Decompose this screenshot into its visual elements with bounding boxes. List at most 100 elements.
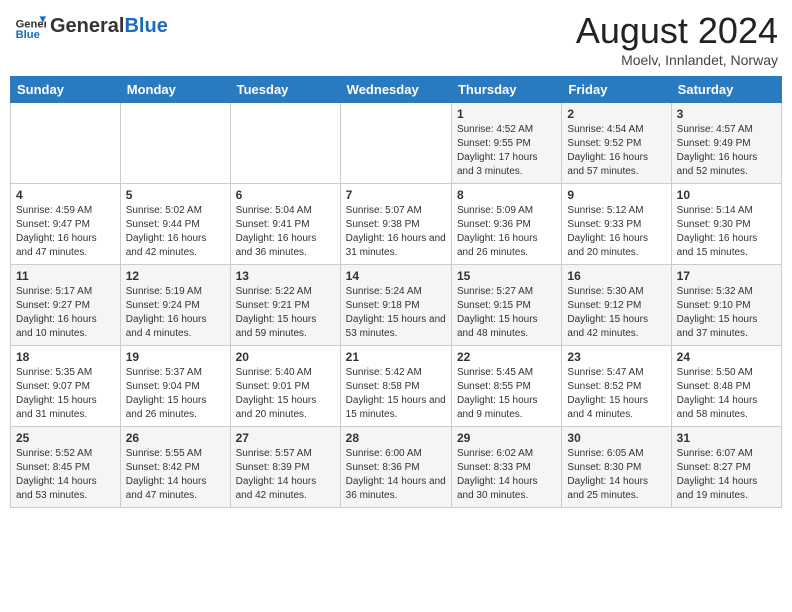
day-number: 6 (236, 188, 335, 202)
calendar-cell: 7 Sunrise: 5:07 AMSunset: 9:38 PMDayligh… (340, 184, 451, 265)
day-info: Sunrise: 4:59 AMSunset: 9:47 PMDaylight:… (16, 204, 115, 260)
day-number: 10 (677, 188, 776, 202)
weekday-header-row: SundayMondayTuesdayWednesdayThursdayFrid… (11, 77, 782, 103)
day-info: Sunrise: 5:07 AMSunset: 9:38 PMDaylight:… (346, 204, 446, 260)
day-number: 26 (126, 431, 225, 445)
day-info: Sunrise: 5:40 AMSunset: 9:01 PMDaylight:… (236, 366, 335, 422)
logo-icon: General Blue (14, 10, 46, 42)
location: Moelv, Innlandet, Norway (576, 52, 778, 68)
weekday-header-thursday: Thursday (451, 77, 561, 103)
day-number: 30 (567, 431, 665, 445)
day-info: Sunrise: 5:02 AMSunset: 9:44 PMDaylight:… (126, 204, 225, 260)
day-info: Sunrise: 5:12 AMSunset: 9:33 PMDaylight:… (567, 204, 665, 260)
calendar-cell: 10 Sunrise: 5:14 AMSunset: 9:30 PMDaylig… (671, 184, 781, 265)
day-number: 3 (677, 107, 776, 121)
day-info: Sunrise: 5:19 AMSunset: 9:24 PMDaylight:… (126, 285, 225, 341)
day-info: Sunrise: 4:52 AMSunset: 9:55 PMDaylight:… (457, 123, 556, 179)
day-number: 29 (457, 431, 556, 445)
day-info: Sunrise: 5:50 AMSunset: 8:48 PMDaylight:… (677, 366, 776, 422)
day-number: 20 (236, 350, 335, 364)
day-number: 19 (126, 350, 225, 364)
calendar-cell: 5 Sunrise: 5:02 AMSunset: 9:44 PMDayligh… (120, 184, 230, 265)
day-number: 18 (16, 350, 115, 364)
day-number: 9 (567, 188, 665, 202)
day-number: 28 (346, 431, 446, 445)
day-number: 31 (677, 431, 776, 445)
day-number: 1 (457, 107, 556, 121)
day-number: 11 (16, 269, 115, 283)
calendar-cell (120, 103, 230, 184)
svg-text:Blue: Blue (16, 29, 40, 41)
day-number: 4 (16, 188, 115, 202)
calendar-cell: 25 Sunrise: 5:52 AMSunset: 8:45 PMDaylig… (11, 427, 121, 508)
calendar-cell: 11 Sunrise: 5:17 AMSunset: 9:27 PMDaylig… (11, 265, 121, 346)
calendar-cell: 23 Sunrise: 5:47 AMSunset: 8:52 PMDaylig… (562, 346, 671, 427)
logo-blue-text: Blue (124, 15, 167, 37)
calendar-cell: 21 Sunrise: 5:42 AMSunset: 8:58 PMDaylig… (340, 346, 451, 427)
day-info: Sunrise: 6:02 AMSunset: 8:33 PMDaylight:… (457, 447, 556, 503)
weekday-header-sunday: Sunday (11, 77, 121, 103)
day-number: 25 (16, 431, 115, 445)
calendar-cell: 8 Sunrise: 5:09 AMSunset: 9:36 PMDayligh… (451, 184, 561, 265)
calendar-cell: 14 Sunrise: 5:24 AMSunset: 9:18 PMDaylig… (340, 265, 451, 346)
day-number: 15 (457, 269, 556, 283)
calendar-cell: 1 Sunrise: 4:52 AMSunset: 9:55 PMDayligh… (451, 103, 561, 184)
calendar-cell (340, 103, 451, 184)
calendar-cell: 18 Sunrise: 5:35 AMSunset: 9:07 PMDaylig… (11, 346, 121, 427)
day-number: 13 (236, 269, 335, 283)
day-number: 12 (126, 269, 225, 283)
calendar-cell: 9 Sunrise: 5:12 AMSunset: 9:33 PMDayligh… (562, 184, 671, 265)
calendar-cell: 4 Sunrise: 4:59 AMSunset: 9:47 PMDayligh… (11, 184, 121, 265)
calendar-cell (11, 103, 121, 184)
day-info: Sunrise: 5:37 AMSunset: 9:04 PMDaylight:… (126, 366, 225, 422)
day-number: 21 (346, 350, 446, 364)
day-info: Sunrise: 4:57 AMSunset: 9:49 PMDaylight:… (677, 123, 776, 179)
calendar-cell: 17 Sunrise: 5:32 AMSunset: 9:10 PMDaylig… (671, 265, 781, 346)
day-number: 17 (677, 269, 776, 283)
calendar-cell: 27 Sunrise: 5:57 AMSunset: 8:39 PMDaylig… (230, 427, 340, 508)
calendar-table: SundayMondayTuesdayWednesdayThursdayFrid… (10, 76, 782, 508)
weekday-header-friday: Friday (562, 77, 671, 103)
month-title: August 2024 (576, 10, 778, 52)
day-info: Sunrise: 5:17 AMSunset: 9:27 PMDaylight:… (16, 285, 115, 341)
title-area: August 2024 Moelv, Innlandet, Norway (576, 10, 778, 68)
day-info: Sunrise: 6:07 AMSunset: 8:27 PMDaylight:… (677, 447, 776, 503)
day-info: Sunrise: 5:57 AMSunset: 8:39 PMDaylight:… (236, 447, 335, 503)
day-info: Sunrise: 5:30 AMSunset: 9:12 PMDaylight:… (567, 285, 665, 341)
day-info: Sunrise: 5:42 AMSunset: 8:58 PMDaylight:… (346, 366, 446, 422)
logo: General Blue GeneralBlue (14, 10, 168, 42)
calendar-cell: 20 Sunrise: 5:40 AMSunset: 9:01 PMDaylig… (230, 346, 340, 427)
calendar-cell (230, 103, 340, 184)
weekday-header-tuesday: Tuesday (230, 77, 340, 103)
day-info: Sunrise: 5:32 AMSunset: 9:10 PMDaylight:… (677, 285, 776, 341)
calendar-cell: 29 Sunrise: 6:02 AMSunset: 8:33 PMDaylig… (451, 427, 561, 508)
day-info: Sunrise: 4:54 AMSunset: 9:52 PMDaylight:… (567, 123, 665, 179)
day-info: Sunrise: 5:24 AMSunset: 9:18 PMDaylight:… (346, 285, 446, 341)
day-info: Sunrise: 5:22 AMSunset: 9:21 PMDaylight:… (236, 285, 335, 341)
calendar-cell: 6 Sunrise: 5:04 AMSunset: 9:41 PMDayligh… (230, 184, 340, 265)
calendar-cell: 16 Sunrise: 5:30 AMSunset: 9:12 PMDaylig… (562, 265, 671, 346)
calendar-cell: 2 Sunrise: 4:54 AMSunset: 9:52 PMDayligh… (562, 103, 671, 184)
day-number: 23 (567, 350, 665, 364)
weekday-header-wednesday: Wednesday (340, 77, 451, 103)
weekday-header-saturday: Saturday (671, 77, 781, 103)
calendar-cell: 24 Sunrise: 5:50 AMSunset: 8:48 PMDaylig… (671, 346, 781, 427)
calendar-cell: 13 Sunrise: 5:22 AMSunset: 9:21 PMDaylig… (230, 265, 340, 346)
day-info: Sunrise: 5:45 AMSunset: 8:55 PMDaylight:… (457, 366, 556, 422)
calendar-cell: 3 Sunrise: 4:57 AMSunset: 9:49 PMDayligh… (671, 103, 781, 184)
day-number: 7 (346, 188, 446, 202)
week-row-4: 18 Sunrise: 5:35 AMSunset: 9:07 PMDaylig… (11, 346, 782, 427)
day-number: 8 (457, 188, 556, 202)
day-info: Sunrise: 5:52 AMSunset: 8:45 PMDaylight:… (16, 447, 115, 503)
day-number: 2 (567, 107, 665, 121)
calendar-cell: 28 Sunrise: 6:00 AMSunset: 8:36 PMDaylig… (340, 427, 451, 508)
week-row-1: 1 Sunrise: 4:52 AMSunset: 9:55 PMDayligh… (11, 103, 782, 184)
calendar-cell: 12 Sunrise: 5:19 AMSunset: 9:24 PMDaylig… (120, 265, 230, 346)
week-row-2: 4 Sunrise: 4:59 AMSunset: 9:47 PMDayligh… (11, 184, 782, 265)
day-number: 5 (126, 188, 225, 202)
day-info: Sunrise: 5:04 AMSunset: 9:41 PMDaylight:… (236, 204, 335, 260)
calendar-cell: 30 Sunrise: 6:05 AMSunset: 8:30 PMDaylig… (562, 427, 671, 508)
page-header: General Blue GeneralBlue August 2024 Moe… (10, 10, 782, 68)
day-number: 24 (677, 350, 776, 364)
day-info: Sunrise: 5:27 AMSunset: 9:15 PMDaylight:… (457, 285, 556, 341)
